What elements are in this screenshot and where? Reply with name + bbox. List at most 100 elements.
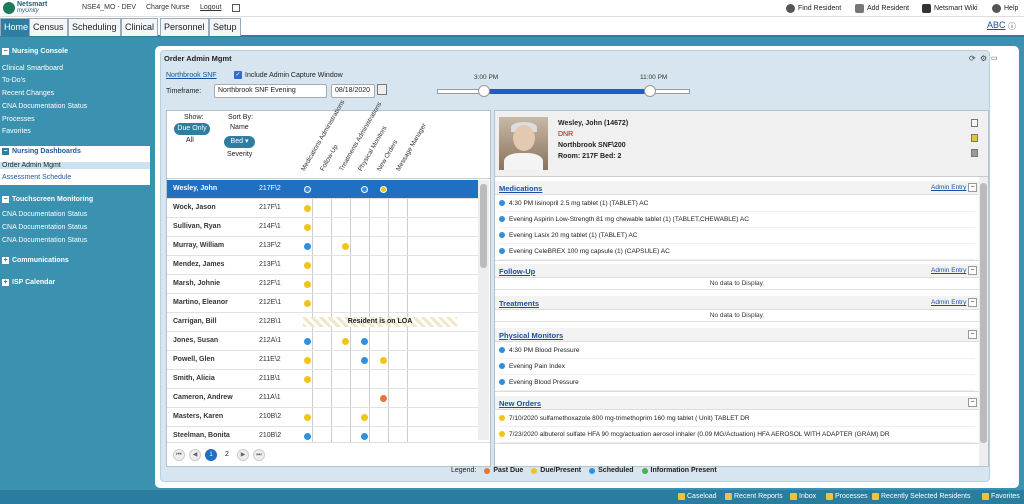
table-row[interactable]: Masters, Karen 210B\2	[167, 408, 478, 427]
table-row[interactable]: Mendez, James 213F\1	[167, 256, 478, 275]
inbox-link[interactable]: Inbox	[790, 493, 816, 500]
menu-census[interactable]: Census	[29, 18, 68, 36]
admin-entry-link[interactable]: Admin Entry	[931, 184, 966, 191]
status-dot[interactable]	[304, 414, 311, 421]
table-row[interactable]: Sullivan, Ryan 214F\1	[167, 218, 478, 237]
status-dot[interactable]	[304, 186, 311, 193]
prev-page-icon[interactable]: ◀	[189, 449, 201, 461]
medications-title[interactable]: Medications	[499, 184, 542, 193]
folder-icon[interactable]	[971, 134, 978, 142]
scroll-thumb[interactable]	[480, 184, 487, 268]
page-1-button[interactable]: 1	[205, 449, 217, 461]
list-item[interactable]: Evening Aspirin Low-Strength 81 mg chewa…	[499, 212, 975, 228]
status-dot[interactable]	[361, 357, 368, 364]
nursing-dashboards-header[interactable]: − Nursing Dashboards	[2, 148, 81, 155]
logout-link[interactable]: Logout	[200, 4, 221, 11]
caseload-link[interactable]: Caseload	[678, 493, 717, 500]
list-item[interactable]: Evening Pain Index	[499, 359, 975, 375]
sidebar-item-assessment-schedule[interactable]: Assessment Schedule	[2, 174, 71, 181]
table-row[interactable]: Steelman, Bonita 210B\2	[167, 427, 478, 442]
due-only-toggle[interactable]: Due Only	[174, 123, 210, 135]
date-input[interactable]: 08/18/2020	[331, 84, 375, 98]
table-row[interactable]: Marsh, Johnie 212F\1	[167, 275, 478, 294]
status-dot[interactable]	[342, 338, 349, 345]
status-dot[interactable]	[304, 338, 311, 345]
sidebar-item-cna-status[interactable]: CNA Documentation Status	[2, 237, 87, 244]
processes-link[interactable]: Processes	[826, 493, 868, 500]
facility-link[interactable]: Northbrook SNF	[166, 72, 217, 79]
status-dot[interactable]	[304, 243, 311, 250]
sidebar-item-processes[interactable]: Processes	[2, 116, 35, 123]
sidebar-item-cna-status[interactable]: CNA Documentation Status	[2, 211, 87, 218]
menu-personnel[interactable]: Personnel	[160, 18, 209, 36]
status-dot[interactable]	[380, 395, 387, 402]
recent-residents-link[interactable]: Recently Selected Residents	[872, 493, 971, 500]
admin-entry-link[interactable]: Admin Entry	[931, 299, 966, 306]
sort-bed-option[interactable]: Bed ▾	[224, 136, 255, 148]
sort-name-option[interactable]: Name	[230, 124, 249, 131]
status-dot[interactable]	[304, 376, 311, 383]
status-dot[interactable]	[380, 357, 387, 364]
status-dot[interactable]	[304, 205, 311, 212]
column-message-manager[interactable]: Message Manager	[395, 122, 428, 172]
isp-calendar-header[interactable]: + ISP Calendar	[2, 279, 55, 286]
list-item[interactable]: Evening Lasix 20 mg tablet (1) (TABLET) …	[499, 228, 975, 244]
help-link[interactable]: Help	[992, 4, 1018, 13]
menu-scheduling[interactable]: Scheduling	[68, 18, 121, 36]
collapse-button[interactable]: −	[968, 330, 977, 339]
document-icon[interactable]	[971, 119, 978, 127]
settings-icon[interactable]: ⚙	[980, 54, 987, 63]
sidebar-item-order-admin[interactable]: Order Admin Mgmt	[0, 162, 150, 169]
status-dot[interactable]	[361, 433, 368, 440]
sidebar-item-cna-status[interactable]: CNA Documentation Status	[2, 224, 87, 231]
status-dot[interactable]	[304, 357, 311, 364]
collapse-button[interactable]: −	[968, 183, 977, 192]
table-row[interactable]: Powell, Glen 211E\2	[167, 351, 478, 370]
sidebar-item-favorites[interactable]: Favorites	[2, 128, 31, 135]
menu-setup[interactable]: Setup	[209, 18, 241, 36]
include-capture-checkbox[interactable]: ✓ Include Admin Capture Window	[234, 71, 343, 79]
sidebar-item-recent-changes[interactable]: Recent Changes	[2, 90, 54, 97]
nursing-console-header[interactable]: − Nursing Console	[2, 48, 68, 55]
list-item[interactable]: 4:30 PM lisinopril 2.5 mg tablet (1) (TA…	[499, 196, 975, 212]
sidebar-item-smartboard[interactable]: Clinical Smartboard	[2, 65, 63, 72]
page-2-button[interactable]: 2	[225, 451, 229, 458]
detail-scrollbar[interactable]	[979, 177, 988, 466]
status-dot[interactable]	[361, 414, 368, 421]
sort-severity-option[interactable]: Severity	[227, 151, 252, 158]
status-dot[interactable]	[304, 281, 311, 288]
add-resident-link[interactable]: Add Resident	[855, 4, 909, 13]
slider-start-handle[interactable]	[478, 85, 490, 97]
physical-monitors-title[interactable]: Physical Monitors	[499, 331, 563, 340]
admin-entry-link[interactable]: Admin Entry	[931, 267, 966, 274]
external-window-icon[interactable]	[232, 4, 240, 12]
menu-clinical[interactable]: Clinical	[121, 18, 159, 36]
table-row[interactable]: Wock, Jason 217F\1	[167, 199, 478, 218]
table-row[interactable]: Smith, Alicia 211B\1	[167, 370, 478, 389]
recent-reports-link[interactable]: Recent Reports	[725, 493, 783, 500]
first-page-icon[interactable]: ⏮	[173, 449, 185, 461]
timeframe-select[interactable]: Northbrook SNF Evening	[214, 84, 327, 98]
slider-end-handle[interactable]	[644, 85, 656, 97]
calendar-icon[interactable]	[377, 84, 387, 95]
status-dot[interactable]	[304, 300, 311, 307]
table-row[interactable]: Jones, Susan 212A\1	[167, 332, 478, 351]
list-item[interactable]: 7/23/2020 albuterol sulfate HFA 90 mcg/a…	[499, 427, 975, 443]
find-resident-link[interactable]: Find Resident	[786, 4, 841, 13]
status-dot[interactable]	[361, 338, 368, 345]
column-follow-up[interactable]: Follow-Up	[319, 144, 340, 173]
last-page-icon[interactable]: ⏭	[253, 449, 265, 461]
all-toggle[interactable]: All	[186, 137, 194, 144]
collapse-button[interactable]: −	[968, 298, 977, 307]
follow-up-title[interactable]: Follow-Up	[499, 267, 535, 276]
scroll-thumb[interactable]	[980, 183, 987, 443]
spellcheck-link[interactable]: ABC	[987, 20, 1006, 30]
grid-scrollbar[interactable]	[478, 180, 489, 440]
list-item[interactable]: Evening CeleBREX 100 mg capsule (1) (CAP…	[499, 244, 975, 260]
sidebar-item-todos[interactable]: To-Do's	[2, 77, 26, 84]
info-icon[interactable]: ⓘ	[1008, 21, 1016, 32]
treatments-title[interactable]: Treatments	[499, 299, 539, 308]
status-dot[interactable]	[342, 243, 349, 250]
new-orders-title[interactable]: New Orders	[499, 399, 541, 408]
table-row[interactable]: Carrigan, Bill 212B\1 Resident is on LOA	[167, 313, 478, 332]
